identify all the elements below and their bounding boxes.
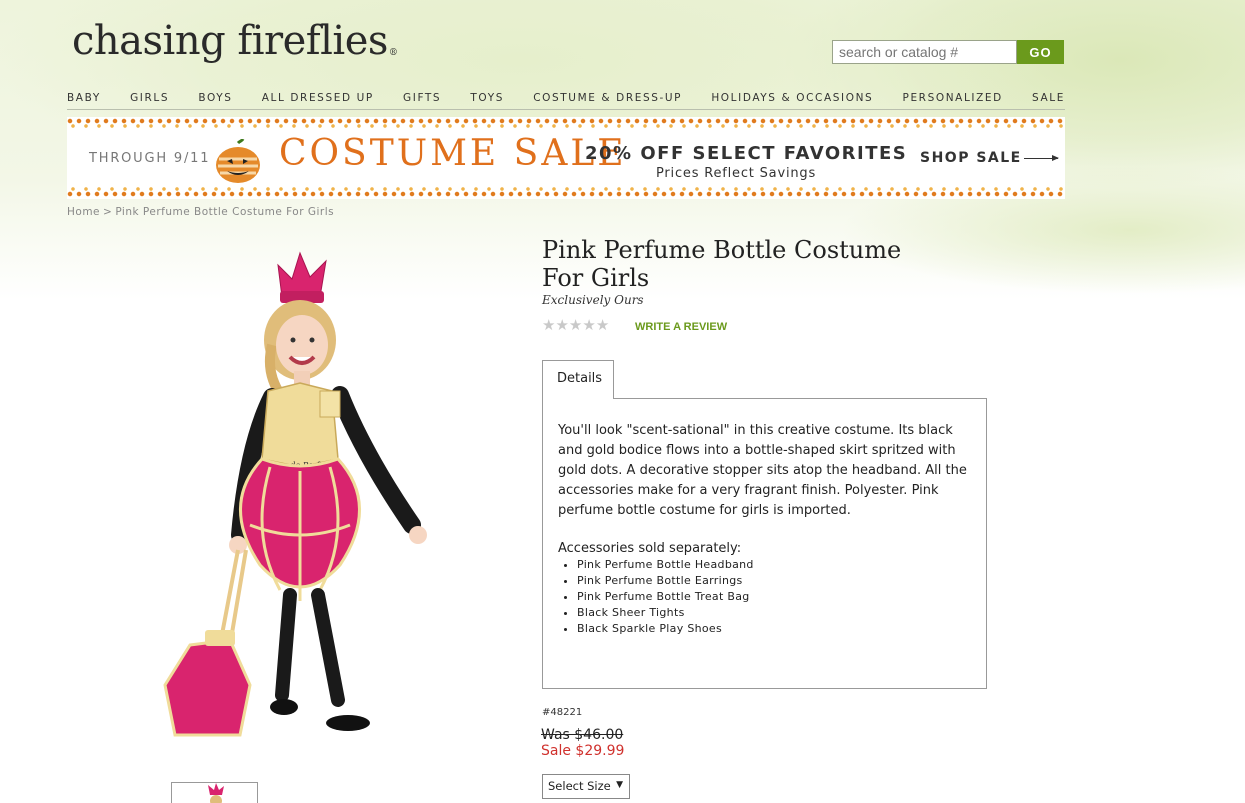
- accessories-heading: Accessories sold separately:: [558, 541, 742, 556]
- list-item: Pink Perfume Bottle Headband: [577, 557, 971, 573]
- nav-sale[interactable]: SALE: [1032, 90, 1065, 109]
- tab-details[interactable]: Details: [542, 360, 614, 399]
- nav-holidays-occasions[interactable]: HOLIDAYS & OCCASIONS: [711, 90, 873, 109]
- nav-girls[interactable]: GIRLS: [130, 90, 169, 109]
- star-icon: ★: [582, 316, 596, 334]
- shop-sale-label: SHOP SALE: [920, 150, 1022, 166]
- list-item: Pink Perfume Bottle Earrings: [577, 573, 971, 589]
- list-item: Pink Perfume Bottle Treat Bag: [577, 589, 971, 605]
- registered-mark: ®: [388, 48, 398, 58]
- nav-baby[interactable]: BABY: [67, 90, 101, 109]
- rating-stars: ★ ★ ★ ★ ★: [542, 317, 609, 333]
- product-image[interactable]: Eau de Parfum: [150, 245, 450, 745]
- search-input[interactable]: [832, 40, 1017, 64]
- pumpkin-icon: [216, 139, 260, 183]
- treat-bag: [163, 638, 252, 737]
- size-select[interactable]: Select Size ▼: [542, 774, 630, 799]
- banner-title: COSTUME SALE: [279, 133, 627, 174]
- breadcrumb-current: Pink Perfume Bottle Costume For Girls: [115, 206, 335, 218]
- search-go-button[interactable]: GO: [1017, 40, 1064, 64]
- thumbnail-image: [208, 783, 224, 803]
- exclusive-tagline: Exclusively Ours: [542, 293, 644, 307]
- sale-price: Sale $29.99: [541, 743, 625, 759]
- nav-toys[interactable]: TOYS: [470, 90, 504, 109]
- banner-prices-note: Prices Reflect Savings: [656, 166, 817, 181]
- nav-all-dressed-up[interactable]: ALL DRESSED UP: [262, 90, 374, 109]
- breadcrumb-home[interactable]: Home: [67, 206, 100, 218]
- nav-gifts[interactable]: GIFTS: [403, 90, 441, 109]
- star-icon: ★: [568, 316, 583, 334]
- banner-dot-border-bottom: [67, 191, 1065, 197]
- banner-offer: 20% OFF SELECT FAVORITES: [585, 143, 908, 164]
- search-bar: GO: [832, 40, 1064, 64]
- product-title: Pink Perfume Bottle Costume For Girls: [542, 236, 902, 292]
- shop-sale-link[interactable]: SHOP SALE: [920, 150, 1059, 166]
- site-logo[interactable]: chasing fireflies®: [72, 18, 398, 64]
- star-icon: ★: [555, 316, 569, 334]
- costume-sale-banner[interactable]: THROUGH 9/11 COSTUME SALE 20% OFF SELECT…: [67, 117, 1065, 199]
- banner-dot-border-top-inner: [71, 124, 1065, 128]
- caret-down-icon: ▼: [616, 780, 623, 790]
- details-panel: You'll look "scent-sational" in this cre…: [542, 398, 987, 689]
- product-description: You'll look "scent-sational" in this cre…: [558, 423, 967, 518]
- was-price: Was $46.00: [541, 727, 624, 743]
- star-icon: ★: [542, 316, 556, 334]
- logo-text: chasing fireflies: [72, 18, 388, 64]
- banner-dot-border-bottom-inner: [71, 187, 1065, 191]
- nav-boys[interactable]: BOYS: [198, 90, 232, 109]
- arrow-right-icon: [1023, 154, 1059, 161]
- breadcrumb-separator: >: [103, 206, 113, 218]
- main-nav: BABY GIRLS BOYS ALL DRESSED UP GIFTS TOY…: [67, 90, 1065, 110]
- catalog-number: #48221: [542, 707, 583, 718]
- nav-costume-dress-up[interactable]: COSTUME & DRESS-UP: [533, 90, 682, 109]
- breadcrumb: Home > Pink Perfume Bottle Costume For Gir…: [67, 206, 334, 218]
- stopper-headband: [277, 251, 327, 298]
- star-icon: ★: [595, 316, 610, 334]
- nav-personalized[interactable]: PERSONALIZED: [903, 90, 1003, 109]
- list-item: Black Sparkle Play Shoes: [577, 621, 971, 637]
- accessories-list: Pink Perfume Bottle Headband Pink Perfum…: [577, 557, 971, 637]
- write-review-link[interactable]: WRITE A REVIEW: [635, 321, 727, 333]
- banner-through-date: THROUGH 9/11: [89, 151, 211, 166]
- list-item: Black Sheer Tights: [577, 605, 971, 621]
- product-thumbnail[interactable]: [171, 782, 258, 803]
- size-select-value: Select Size: [548, 779, 611, 793]
